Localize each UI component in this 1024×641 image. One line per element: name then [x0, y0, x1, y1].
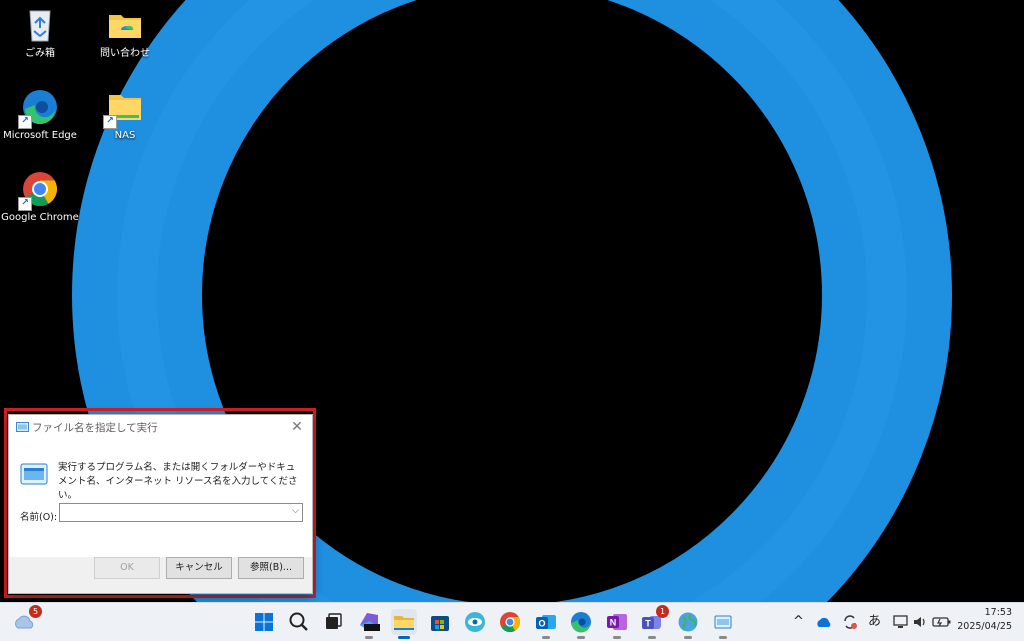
windows-logo-icon — [255, 613, 273, 631]
search-icon — [289, 612, 308, 631]
run-dialog: ファイル名を指定して実行 ✕ 実行するプログラム名、または開くフォルダーやドキュ… — [8, 414, 313, 594]
desktop-icon-nas[interactable]: ↗ NAS — [83, 87, 167, 142]
desktop-icon-edge[interactable]: ↗ Microsoft Edge — [0, 87, 82, 142]
run-dialog-buttons: OK キャンセル 参照(B)... — [9, 557, 314, 593]
taskbar-app-eye[interactable] — [462, 609, 488, 635]
svg-text:N: N — [610, 618, 617, 628]
show-hidden-icons-button[interactable]: ^ — [793, 613, 804, 631]
search-button[interactable] — [286, 609, 312, 635]
taskbar-app-teams[interactable]: T 1 — [639, 605, 669, 639]
run-program-icon — [20, 463, 48, 485]
desktop-icon-label: Microsoft Edge — [3, 130, 77, 141]
taskbar-app-edge[interactable] — [568, 609, 594, 639]
run-dialog-titlebar[interactable]: ファイル名を指定して実行 ✕ — [9, 415, 312, 440]
onenote-icon: N — [607, 614, 627, 630]
run-icon — [16, 422, 29, 432]
shortcut-arrow-icon: ↗ — [18, 115, 32, 129]
taskbar-app-onenote[interactable]: N — [604, 609, 630, 639]
shortcut-arrow-icon: ↗ — [103, 115, 117, 129]
clock-time: 17:53 — [984, 607, 1012, 618]
running-indicator — [684, 636, 692, 639]
notification-badge: 1 — [656, 605, 669, 618]
running-indicator — [648, 636, 656, 639]
desktop-icon-label: NAS — [114, 130, 136, 141]
shortcut-arrow-icon: ↗ — [18, 197, 32, 211]
folder-icon — [394, 616, 414, 630]
eye-icon — [465, 612, 485, 632]
running-indicator — [613, 636, 621, 639]
run-dialog-title: ファイル名を指定して実行 — [32, 422, 158, 434]
volume-icon[interactable] — [913, 615, 927, 629]
folder-icon — [105, 5, 145, 45]
folder-shortcut-icon: ↗ — [103, 87, 145, 129]
desktop-icon-recycle-bin[interactable]: ごみ箱 — [0, 5, 82, 60]
task-view-button[interactable] — [320, 609, 346, 635]
cancel-button[interactable]: キャンセル — [166, 557, 232, 579]
network-icon[interactable] — [893, 614, 909, 630]
recycle-bin-icon — [20, 5, 60, 45]
active-indicator — [398, 636, 410, 639]
battery-icon[interactable] — [932, 615, 952, 629]
running-indicator — [365, 636, 373, 639]
close-button[interactable]: ✕ — [288, 418, 306, 436]
sync-icon[interactable] — [842, 613, 858, 631]
svg-text:O: O — [538, 619, 545, 629]
m365-icon — [360, 613, 380, 631]
ime-indicator[interactable]: あ — [868, 613, 881, 631]
desktop-icon-label: Google Chrome — [1, 212, 79, 223]
edge-icon — [571, 612, 591, 633]
svg-text:T: T — [645, 619, 651, 629]
taskbar-app-run[interactable] — [710, 609, 736, 639]
taskbar-app-store[interactable] — [427, 609, 453, 635]
running-indicator — [577, 636, 585, 639]
clock-date: 2025/04/25 — [957, 621, 1012, 632]
task-view-icon — [326, 613, 342, 629]
taskbar-app-outlook[interactable]: O — [533, 609, 559, 639]
name-combobox[interactable]: ⌵ — [59, 503, 303, 522]
running-indicator — [719, 636, 727, 639]
taskbar-app-chrome[interactable] — [497, 609, 523, 635]
taskbar: 5 O N T 1 ^ あ 17:53 2025/04/25 — [0, 602, 1024, 641]
taskbar-app-globe[interactable] — [675, 609, 701, 639]
desktop-icon-label: ごみ箱 — [25, 48, 55, 59]
taskbar-app-file-explorer[interactable] — [391, 609, 417, 639]
clock[interactable]: 17:53 2025/04/25 — [957, 606, 1012, 634]
desktop-icon-label: 問い合わせ — [100, 48, 150, 59]
chrome-icon: ↗ — [18, 169, 60, 211]
chevron-down-icon[interactable]: ⌵ — [292, 506, 299, 516]
run-icon — [714, 615, 732, 629]
browse-button[interactable]: 参照(B)... — [238, 557, 304, 579]
ok-button[interactable]: OK — [94, 557, 160, 579]
globe-icon — [678, 612, 698, 632]
outlook-icon: O — [536, 615, 556, 629]
start-button[interactable] — [251, 609, 277, 635]
weather-widget[interactable]: 5 — [12, 605, 42, 635]
run-dialog-body: 実行するプログラム名、または開くフォルダーやドキュメント名、インターネット リソ… — [9, 440, 312, 557]
run-dialog-description: 実行するプログラム名、または開くフォルダーやドキュメント名、インターネット リソ… — [58, 462, 298, 501]
taskbar-app-m365[interactable] — [356, 609, 382, 639]
notification-badge: 5 — [29, 605, 42, 618]
edge-icon: ↗ — [18, 87, 60, 129]
running-indicator — [542, 636, 550, 639]
chrome-icon — [500, 612, 521, 633]
desktop-icon-inquiry-folder[interactable]: 問い合わせ — [83, 5, 167, 60]
onedrive-icon[interactable] — [815, 615, 833, 629]
desktop-icon-chrome[interactable]: ↗ Google Chrome — [0, 169, 82, 224]
name-field-label: 名前(O): — [20, 512, 58, 523]
store-icon — [431, 616, 449, 631]
